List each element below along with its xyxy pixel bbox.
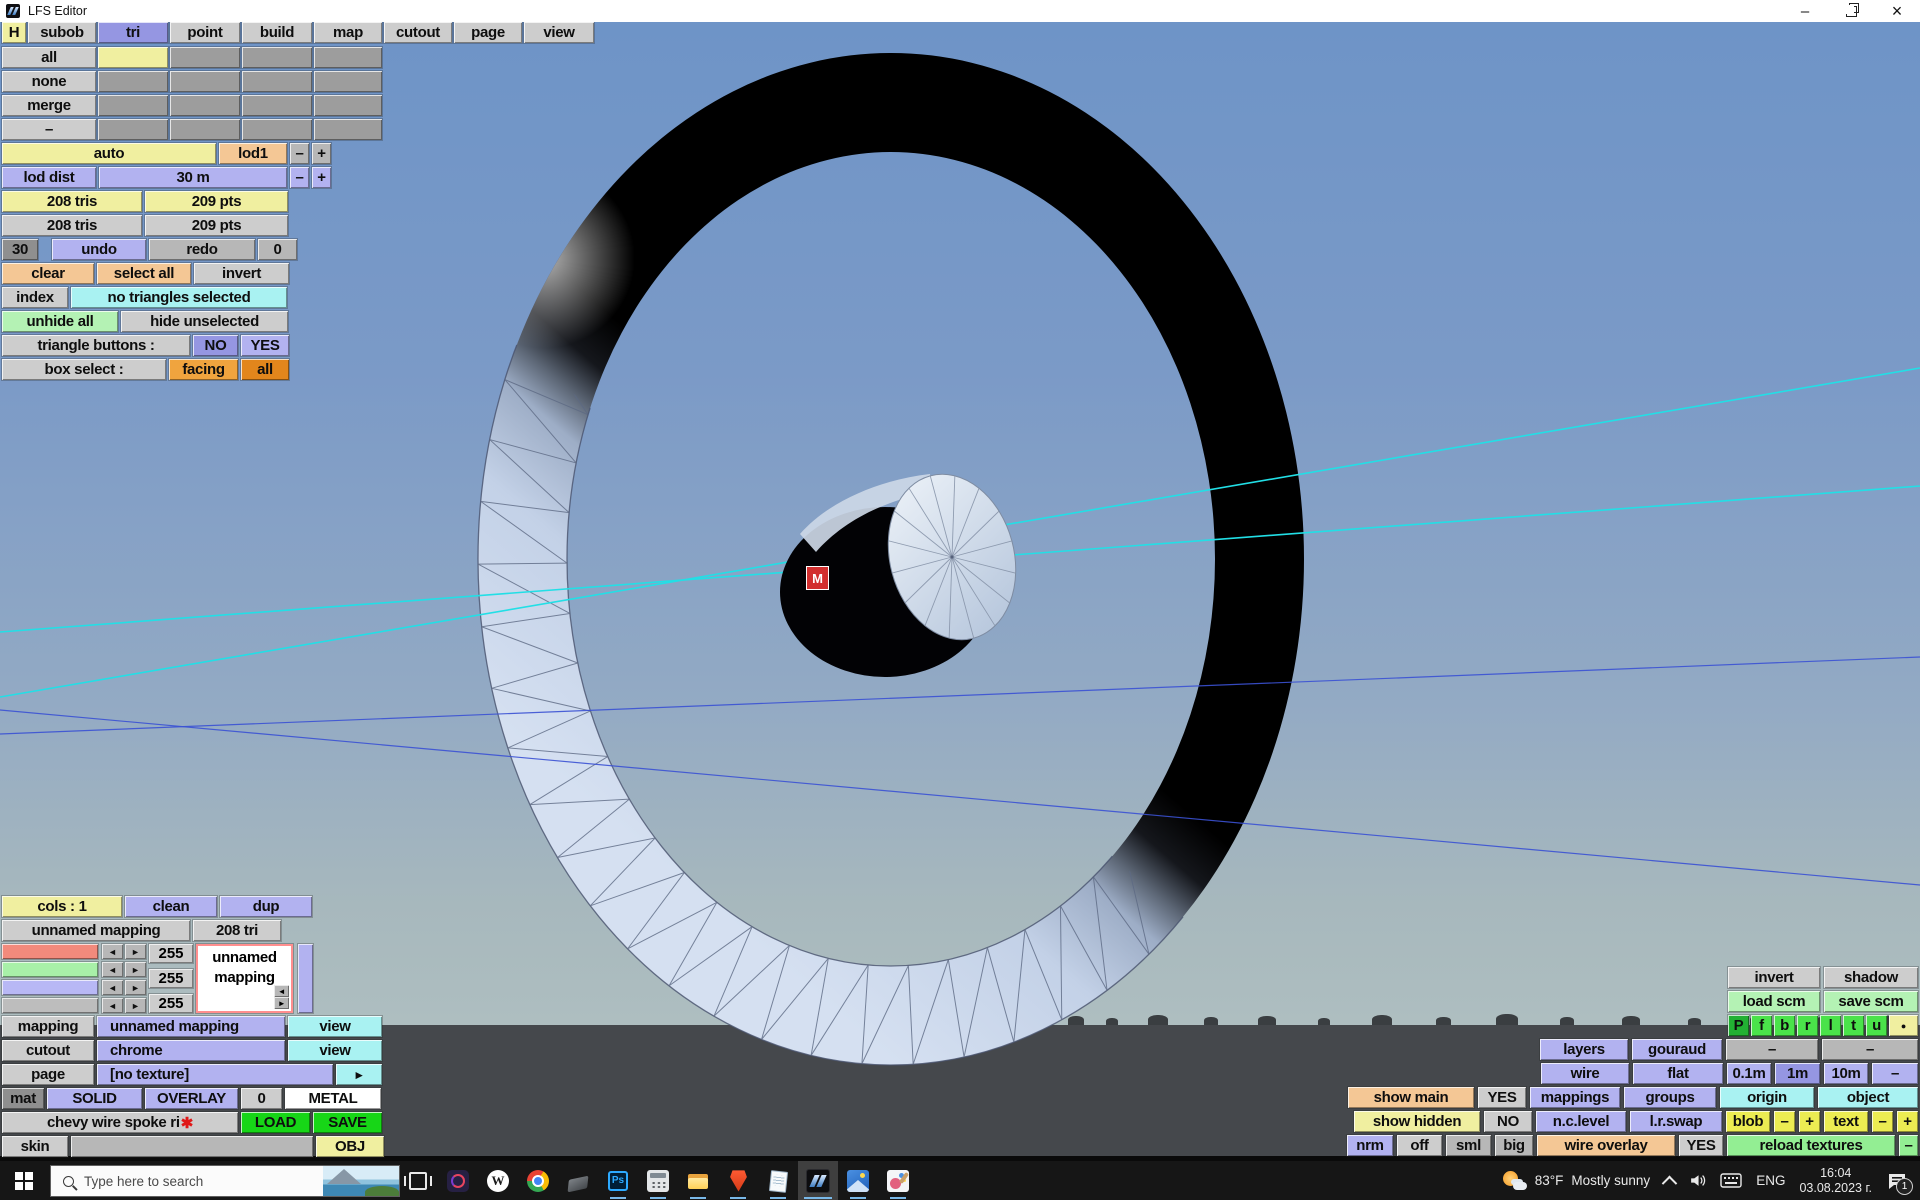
mapping-scrollbar[interactable] [298, 944, 313, 1013]
taskbar-icons [398, 1161, 918, 1200]
notepad-glyph [768, 1170, 787, 1193]
close-button[interactable]: × [1874, 0, 1920, 22]
lfs-editor-icon[interactable] [798, 1161, 838, 1200]
red-value[interactable]: 255 [149, 944, 193, 963]
blue-channel-slider[interactable] [2, 980, 98, 995]
wikipedia-glyph [487, 1170, 509, 1192]
notifications-button[interactable]: 1 [1886, 1170, 1908, 1192]
search-landscape-image [323, 1166, 399, 1196]
tray-expand-icon[interactable] [1662, 1176, 1678, 1192]
blue-value[interactable]: 255 [149, 994, 193, 1013]
notepad-icon[interactable] [758, 1161, 798, 1200]
gray-dec-arrow[interactable]: ◄ [102, 998, 123, 1013]
green-dec-arrow[interactable]: ◄ [102, 962, 123, 977]
lfs-app-icon [6, 4, 20, 18]
mapping-name-box[interactable]: unnamed mapping ◄ ► [196, 944, 293, 1013]
photos-glyph [847, 1170, 869, 1192]
browser-globe-glyph [447, 1170, 469, 1192]
file-explorer-glyph [687, 1170, 709, 1192]
browser-globe-icon[interactable] [438, 1161, 478, 1200]
search-placeholder: Type here to search [84, 1174, 203, 1189]
paint-glyph [887, 1170, 909, 1192]
brave-icon[interactable] [718, 1161, 758, 1200]
calculator-icon[interactable] [638, 1161, 678, 1200]
paint-icon[interactable] [878, 1161, 918, 1200]
green-value[interactable]: 255 [149, 969, 193, 988]
chrome-icon[interactable] [518, 1161, 558, 1200]
photoshop-icon[interactable] [598, 1161, 638, 1200]
green-channel-slider[interactable] [2, 962, 98, 977]
file-explorer-icon[interactable] [678, 1161, 718, 1200]
mapping-name-line1: unnamed [198, 949, 291, 966]
language-indicator[interactable]: ENG [1756, 1173, 1785, 1188]
volume-icon[interactable] [1689, 1172, 1706, 1189]
steam-icon[interactable] [558, 1161, 598, 1200]
3d-viewport[interactable] [0, 0, 1920, 1200]
red-channel-slider[interactable] [2, 944, 98, 959]
lfs-editor-glyph [806, 1169, 830, 1193]
green-inc-arrow[interactable]: ► [125, 962, 146, 977]
photoshop-glyph [608, 1171, 628, 1191]
weather-condition: Mostly sunny [1571, 1173, 1650, 1188]
search-icon [63, 1176, 74, 1187]
mapping-prev-arrow[interactable]: ◄ [274, 985, 289, 997]
taskbar: Type here to search 83°F Mostly sunny EN… [0, 1161, 1920, 1200]
mapping-marker[interactable]: M [806, 566, 829, 590]
red-dec-arrow[interactable]: ◄ [102, 944, 123, 959]
red-inc-arrow[interactable]: ► [125, 944, 146, 959]
mapping-name-line2: mapping [198, 969, 291, 986]
notification-count-badge: 1 [1896, 1178, 1913, 1195]
task-view-icon[interactable] [398, 1161, 438, 1200]
blue-inc-arrow[interactable]: ► [125, 980, 146, 995]
steam-glyph [568, 1175, 589, 1192]
window-title: LFS Editor [28, 4, 87, 18]
photos-icon[interactable] [838, 1161, 878, 1200]
minimize-button[interactable]: – [1782, 0, 1828, 22]
weather-temperature: 83°F [1535, 1173, 1564, 1188]
lfs-editor-window: M LFS Editor – × Hsubobtripointbuildmapc… [0, 0, 1920, 1200]
blue-dec-arrow[interactable]: ◄ [102, 980, 123, 995]
mapping-colour-panel: ◄ ► ◄ ► ◄ ► ◄ ► 255 255 255 unnamed mapp… [2, 944, 314, 1014]
gray-channel-slider[interactable] [2, 998, 98, 1013]
restore-button[interactable] [1828, 0, 1874, 22]
clock-date: 03.08.2023 г. [1799, 1181, 1872, 1196]
brave-glyph [729, 1170, 749, 1192]
calculator-glyph [647, 1170, 669, 1192]
chrome-glyph [527, 1170, 549, 1192]
start-button[interactable] [0, 1161, 48, 1200]
weather-widget[interactable]: 83°F Mostly sunny [1503, 1171, 1650, 1191]
wikipedia-icon[interactable] [478, 1161, 518, 1200]
clock[interactable]: 16:04 03.08.2023 г. [1799, 1166, 1872, 1196]
clock-time: 16:04 [1799, 1166, 1872, 1181]
title-bar: LFS Editor – × [0, 0, 1920, 22]
weather-icon [1503, 1171, 1527, 1191]
search-box[interactable]: Type here to search [50, 1165, 400, 1197]
windows-logo-icon [15, 1172, 33, 1190]
keyboard-icon[interactable] [1720, 1173, 1742, 1188]
gray-inc-arrow[interactable]: ► [125, 998, 146, 1013]
task-view-glyph [409, 1172, 427, 1190]
mapping-next-arrow[interactable]: ► [274, 997, 289, 1009]
system-tray: 83°F Mostly sunny ENG 16:04 03.08.2023 г… [1503, 1161, 1920, 1200]
restore-icon [1846, 6, 1857, 17]
